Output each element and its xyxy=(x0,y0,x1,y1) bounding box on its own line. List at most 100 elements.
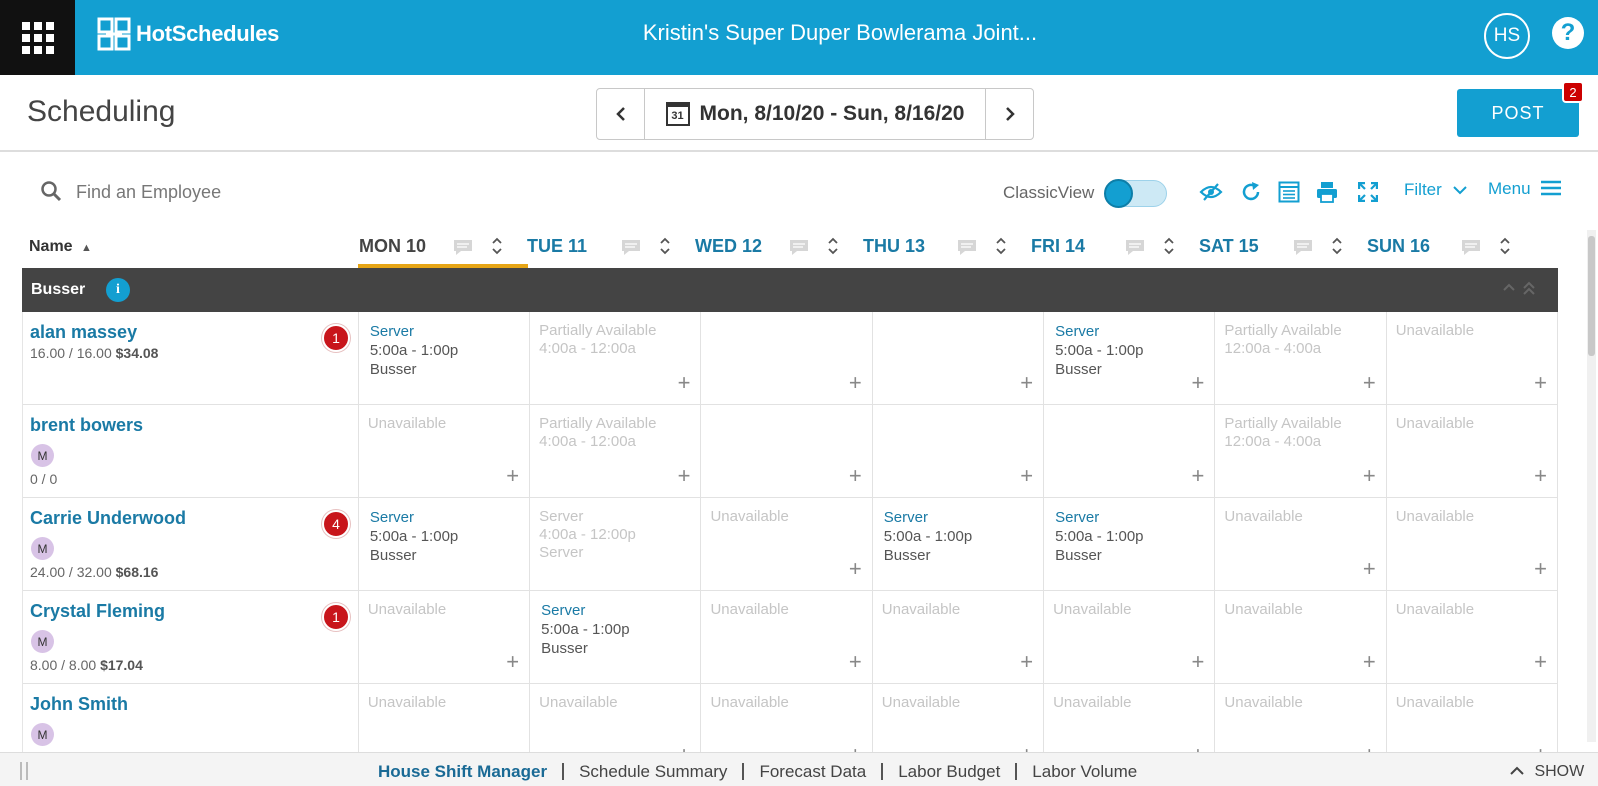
add-shift-icon[interactable]: + xyxy=(1534,465,1547,487)
day-notes-icon[interactable] xyxy=(1293,239,1313,255)
scheduled-shift[interactable]: Server 5:00a - 1:00p Busser xyxy=(1055,508,1143,565)
bottom-tab[interactable]: Schedule Summary xyxy=(564,763,745,780)
sort-toggle-icon[interactable] xyxy=(1331,236,1343,257)
employee-name-link[interactable]: John Smith xyxy=(30,694,128,715)
employee-search-input[interactable] xyxy=(76,178,276,206)
add-shift-icon[interactable]: + xyxy=(1020,744,1033,753)
schedule-day-cell[interactable]: Unavailable + xyxy=(701,498,873,590)
schedule-day-cell[interactable]: Unavailable + xyxy=(359,591,531,683)
schedule-day-cell[interactable]: Server 5:00a - 1:00p Busser xyxy=(530,591,702,683)
schedule-day-cell[interactable]: + xyxy=(701,312,873,404)
add-shift-icon[interactable]: + xyxy=(1020,465,1033,487)
filter-button[interactable]: Filter xyxy=(1404,180,1467,200)
add-shift-icon[interactable]: + xyxy=(1363,372,1376,394)
schedule-day-cell[interactable]: Partially Available 4:00a - 12:00a + xyxy=(530,405,702,497)
add-shift-icon[interactable]: + xyxy=(1192,651,1205,673)
add-shift-icon[interactable]: + xyxy=(1363,558,1376,580)
app-switcher-button[interactable] xyxy=(0,0,75,75)
add-shift-icon[interactable]: + xyxy=(1020,651,1033,673)
menu-button[interactable]: Menu xyxy=(1488,179,1562,199)
day-header[interactable]: TUE 11 xyxy=(527,236,687,270)
schedule-day-cell[interactable]: Unavailable + xyxy=(530,684,702,753)
bottom-tab[interactable]: House Shift Manager xyxy=(378,763,565,780)
schedule-day-cell[interactable]: Unavailable xyxy=(359,684,531,752)
alert-count-badge[interactable]: 1 xyxy=(322,603,350,631)
schedule-day-cell[interactable]: Unavailable + xyxy=(1044,684,1216,753)
info-icon[interactable]: i xyxy=(106,278,130,302)
schedule-day-cell[interactable]: Server 5:00a - 1:00p Busser + xyxy=(1044,312,1216,404)
day-header[interactable]: THU 13 xyxy=(863,236,1023,270)
print-icon[interactable] xyxy=(1314,179,1340,205)
scheduled-shift[interactable]: Server 5:00a - 1:00p Busser xyxy=(884,508,972,565)
hotschedules-logo[interactable]: HotSchedules xyxy=(96,16,279,52)
add-shift-icon[interactable]: + xyxy=(1534,372,1547,394)
scheduled-shift[interactable]: Server 5:00a - 1:00p Busser xyxy=(370,322,458,379)
name-column-header[interactable]: Name ▲ xyxy=(29,238,92,256)
schedule-day-cell[interactable]: + xyxy=(873,312,1045,404)
employee-name-link[interactable]: Carrie Underwood xyxy=(30,508,186,529)
refresh-icon[interactable] xyxy=(1238,179,1264,205)
day-header[interactable]: WED 12 xyxy=(695,236,855,270)
add-shift-icon[interactable]: + xyxy=(1192,372,1205,394)
sort-toggle-icon[interactable] xyxy=(1163,236,1175,257)
add-shift-icon[interactable]: + xyxy=(1192,744,1205,753)
schedule-day-cell[interactable]: + xyxy=(1044,405,1216,497)
schedule-day-cell[interactable]: + xyxy=(701,405,873,497)
schedule-day-cell[interactable]: Unavailable + xyxy=(1387,405,1558,497)
add-shift-icon[interactable]: + xyxy=(1020,372,1033,394)
add-shift-icon[interactable]: + xyxy=(678,465,691,487)
schedule-day-cell[interactable]: Partially Available 4:00a - 12:00a + xyxy=(530,312,702,404)
bottom-tab[interactable]: Labor Budget xyxy=(883,763,1018,780)
add-shift-icon[interactable]: + xyxy=(849,651,862,673)
schedule-day-cell[interactable]: Unavailable + xyxy=(1044,591,1216,683)
add-shift-icon[interactable]: + xyxy=(1363,651,1376,673)
sort-toggle-icon[interactable] xyxy=(659,236,671,257)
post-button[interactable]: POST xyxy=(1457,89,1579,137)
schedule-day-cell[interactable]: Unavailable + xyxy=(701,684,873,753)
scheduled-shift[interactable]: Server 5:00a - 1:00p Busser xyxy=(541,601,629,658)
schedule-day-cell[interactable]: Unavailable + xyxy=(1215,591,1387,683)
schedule-day-cell[interactable]: Unavailable + xyxy=(1387,312,1558,404)
bottom-tab[interactable]: Labor Volume xyxy=(1017,763,1152,780)
venue-title[interactable]: Kristin's Super Duper Bowlerama Joint... xyxy=(600,20,1080,46)
sort-toggle-icon[interactable] xyxy=(1499,236,1511,257)
sort-toggle-icon[interactable] xyxy=(827,236,839,257)
day-notes-icon[interactable] xyxy=(957,239,977,255)
previous-week-button[interactable] xyxy=(597,89,645,139)
schedule-day-cell[interactable]: Partially Available 12:00a - 4:00a + xyxy=(1215,312,1387,404)
scrollbar-thumb[interactable] xyxy=(1588,236,1595,356)
hide-icon[interactable] xyxy=(1198,179,1224,205)
schedule-day-cell[interactable]: Unavailable + xyxy=(1387,684,1558,752)
add-shift-icon[interactable]: + xyxy=(678,372,691,394)
scheduled-shift[interactable]: Server 5:00a - 1:00p Busser xyxy=(1055,322,1143,379)
add-shift-icon[interactable]: + xyxy=(1534,744,1547,753)
schedule-list-icon[interactable] xyxy=(1276,179,1302,205)
schedule-day-cell[interactable]: Server 5:00a - 1:00p Busser xyxy=(359,312,531,404)
add-shift-icon[interactable]: + xyxy=(849,744,862,753)
collapse-section-icon[interactable] xyxy=(1502,279,1536,301)
day-notes-icon[interactable] xyxy=(1125,239,1145,255)
scheduled-shift[interactable]: Server 5:00a - 1:00p Busser xyxy=(370,508,458,565)
user-avatar-button[interactable]: HS xyxy=(1484,13,1530,59)
schedule-day-cell[interactable]: Unavailable + xyxy=(873,684,1045,753)
schedule-day-cell[interactable]: Unavailable + xyxy=(873,591,1045,683)
expand-icon[interactable] xyxy=(1355,179,1381,205)
add-shift-icon[interactable]: + xyxy=(506,465,519,487)
employee-name-link[interactable]: brent bowers xyxy=(30,415,143,436)
day-notes-icon[interactable] xyxy=(789,239,809,255)
schedule-day-cell[interactable]: Partially Available 12:00a - 4:00a + xyxy=(1215,405,1387,497)
day-header[interactable]: SAT 15 xyxy=(1199,236,1359,270)
show-panel-button[interactable]: SHOW xyxy=(1510,763,1584,781)
schedule-day-cell[interactable]: Unavailable + xyxy=(1215,684,1387,753)
day-notes-icon[interactable] xyxy=(453,239,473,255)
add-shift-icon[interactable]: + xyxy=(849,558,862,580)
add-shift-icon[interactable]: + xyxy=(678,744,691,753)
add-shift-icon[interactable]: + xyxy=(1192,465,1205,487)
add-shift-icon[interactable]: + xyxy=(1363,465,1376,487)
add-shift-icon[interactable]: + xyxy=(849,465,862,487)
schedule-day-cell[interactable]: Unavailable + xyxy=(1215,498,1387,590)
add-shift-icon[interactable]: + xyxy=(1363,744,1376,753)
schedule-day-cell[interactable]: Server 5:00a - 1:00p Busser xyxy=(359,498,531,590)
schedule-day-cell[interactable]: Unavailable + xyxy=(701,591,873,683)
add-shift-icon[interactable]: + xyxy=(1534,558,1547,580)
